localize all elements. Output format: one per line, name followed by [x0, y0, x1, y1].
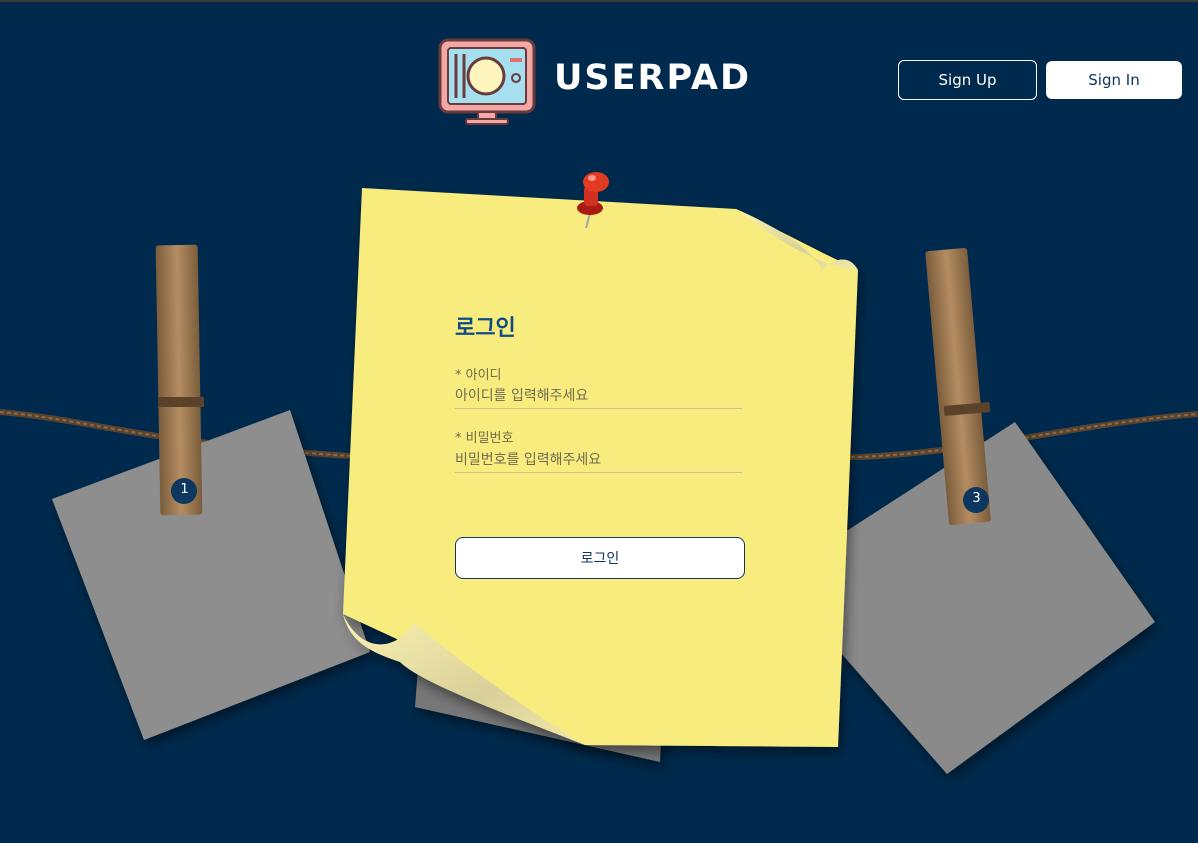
monitor-logo-icon: [438, 38, 536, 125]
card-number-left: 1: [180, 482, 189, 497]
brand-name: USERPAD: [554, 58, 752, 98]
card-number-right: 3: [972, 491, 981, 506]
login-submit-button[interactable]: 로그인: [455, 537, 745, 579]
background-scene: [0, 172, 1198, 774]
photo-card-right: [840, 422, 1155, 774]
id-label: * 아이디: [455, 368, 502, 383]
clothespin-left: [155, 244, 204, 516]
id-input[interactable]: [455, 384, 742, 409]
photo-card-left: [52, 410, 370, 740]
sign-in-button[interactable]: Sign In: [1046, 61, 1182, 99]
sign-up-button[interactable]: Sign Up: [898, 60, 1037, 100]
login-title: 로그인: [455, 316, 516, 341]
password-label: * 비밀번호: [455, 431, 514, 446]
password-input[interactable]: [455, 448, 742, 473]
